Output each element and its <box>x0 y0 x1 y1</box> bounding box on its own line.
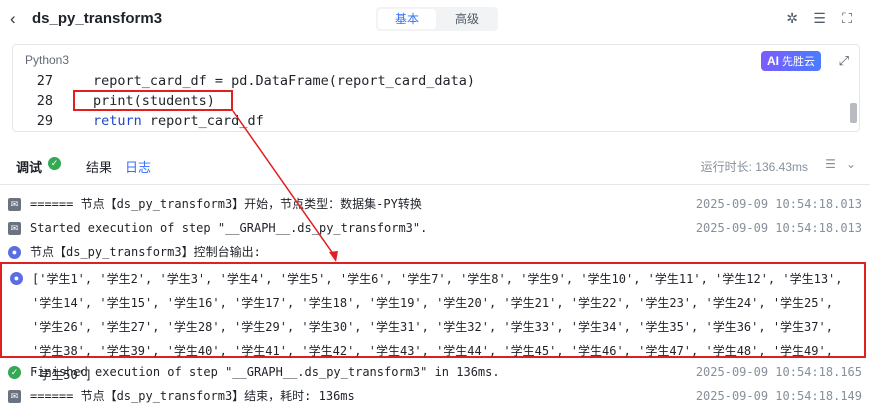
mail-icon: ✉ <box>8 198 21 211</box>
log-row: ✓ Finished execution of step "__GRAPH__.… <box>0 360 870 384</box>
tab-advanced[interactable]: 高级 <box>438 9 496 29</box>
log-time: 2025-09-09 10:54:18.165 <box>695 365 862 379</box>
ai-badge: AI <box>767 54 779 68</box>
panel-tabs: 调试 ✓ 结果 日志 运行时长: 136.43ms ☰ ⌄ <box>0 146 870 185</box>
log-row: ✉ Started execution of step "__GRAPH__.d… <box>0 216 870 240</box>
mail-icon: ✉ <box>8 222 21 235</box>
page-title: ds_py_transform3 <box>32 10 163 27</box>
list-icon[interactable]: ☰ <box>825 157 836 171</box>
code-editor[interactable]: Python3 AI 先胜云 ⤢ 27 report_card_df = pd.D… <box>12 44 860 132</box>
log-text: Finished execution of step "__GRAPH__.ds… <box>30 365 500 379</box>
runtime-label: 运行时长: 136.43ms <box>700 160 808 174</box>
line-number: 28 <box>36 93 53 109</box>
user-icon: ● <box>10 272 23 285</box>
check-icon: ✓ <box>48 157 61 170</box>
fullscreen-icon[interactable]: ⛶ <box>838 10 856 27</box>
list-settings-icon[interactable]: ☰ <box>811 10 829 27</box>
log-time: 2025-09-09 10:54:18.013 <box>695 221 862 235</box>
code-text: report_card_df = pd.DataFrame(report_car… <box>93 73 476 89</box>
line-number: 29 <box>36 113 53 129</box>
language-label: Python3 <box>25 53 70 67</box>
chevron-down-icon[interactable]: ⌄ <box>846 157 856 171</box>
ai-label: 先胜云 <box>782 56 815 68</box>
header-icons: ✲ ☰ ⛶ <box>778 10 856 28</box>
log-row: ● 节点【ds_py_transform3】控制台输出: <box>0 240 870 264</box>
log-text: ====== 节点【ds_py_transform3】开始，节点类型：数据集-P… <box>30 197 422 211</box>
log-time: 2025-09-09 10:54:18.149 <box>695 389 862 403</box>
code-text: return report_card_df <box>93 111 264 131</box>
log-text: 节点【ds_py_transform3】控制台输出: <box>30 245 261 259</box>
ai-assistant-button[interactable]: AI 先胜云 <box>761 51 821 71</box>
panel-icons: ☰ ⌄ <box>815 157 856 171</box>
tab-result[interactable]: 结果 <box>86 157 112 176</box>
back-arrow-icon[interactable]: ‹ <box>10 9 16 29</box>
log-row: ✉ ====== 节点【ds_py_transform3】结束，耗时: 136m… <box>0 384 870 408</box>
code-line: 27 report_card_df = pd.DataFrame(report_… <box>13 71 843 91</box>
expand-icon[interactable]: ⤢ <box>839 53 849 69</box>
check-icon: ✓ <box>8 366 21 379</box>
tab-log[interactable]: 日志 <box>125 157 151 176</box>
editor-scrollbar[interactable] <box>850 103 857 123</box>
keyword-return: return <box>93 113 142 129</box>
log-time: 2025-09-09 10:54:18.013 <box>695 197 862 211</box>
code-rest: report_card_df <box>141 113 264 129</box>
mail-icon: ✉ <box>8 390 21 403</box>
tab-debug[interactable]: 调试 <box>16 157 42 176</box>
code-line: 29 return report_card_df <box>13 111 843 131</box>
log-text: Started execution of step "__GRAPH__.ds_… <box>30 221 428 235</box>
tab-basic[interactable]: 基本 <box>378 9 436 29</box>
header-bar: ‹ ds_py_transform3 基本 高级 ✲ ☰ ⛶ <box>0 0 870 38</box>
bug-icon[interactable]: ✲ <box>783 10 801 27</box>
mode-switch: 基本 高级 <box>376 7 498 31</box>
highlight-box-print <box>73 90 233 111</box>
line-number: 27 <box>36 73 53 89</box>
user-icon: ● <box>8 246 21 259</box>
log-text: ====== 节点【ds_py_transform3】结束，耗时: 136ms <box>30 389 355 403</box>
log-row: ✉ ====== 节点【ds_py_transform3】开始，节点类型：数据集… <box>0 192 870 216</box>
console-output-box: ● ['学生1', '学生2', '学生3', '学生4', '学生5', '学… <box>0 262 866 382</box>
